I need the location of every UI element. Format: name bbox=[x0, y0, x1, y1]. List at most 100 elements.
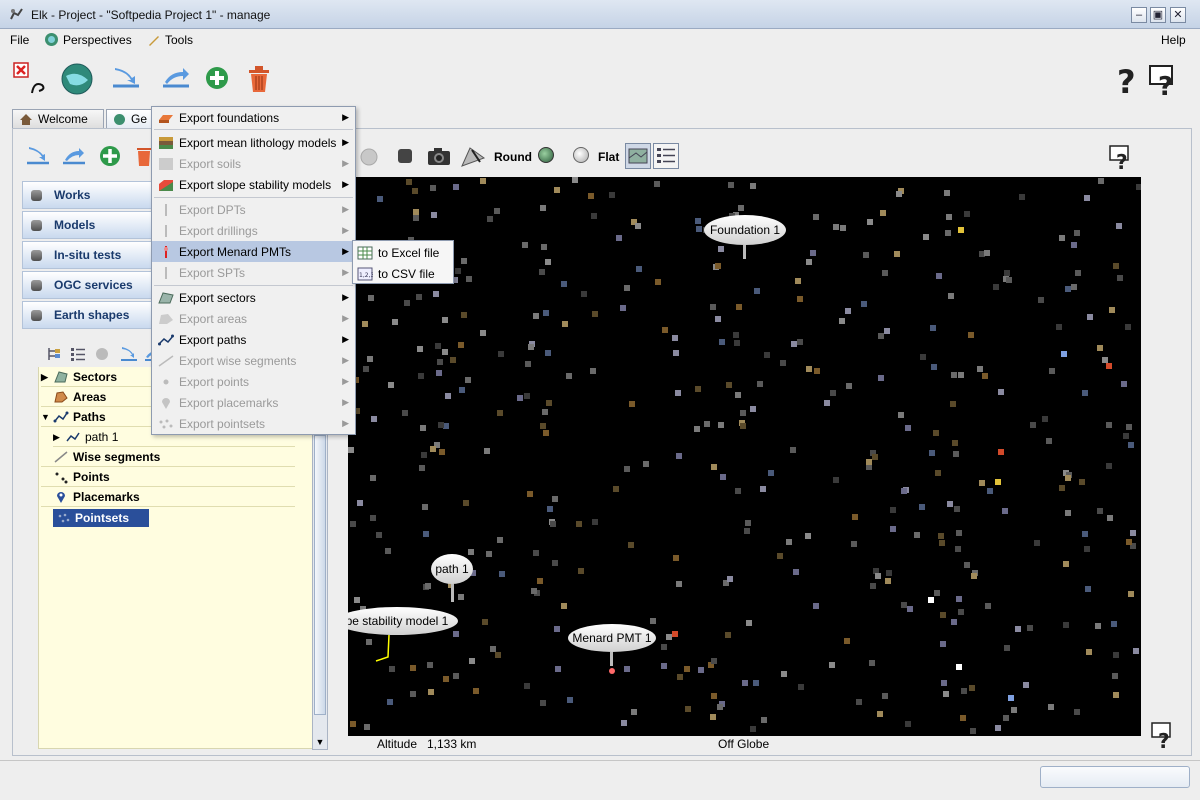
restore-button[interactable]: ▣ bbox=[1150, 7, 1166, 23]
puzzle-icon[interactable] bbox=[358, 146, 380, 168]
round-radio[interactable] bbox=[538, 147, 554, 163]
bullet-icon bbox=[31, 249, 42, 261]
area-icon bbox=[158, 312, 174, 326]
stop-icon[interactable] bbox=[398, 149, 412, 163]
path-icon bbox=[66, 432, 80, 442]
menu-export-dpts[interactable]: Export DPTs ▶ bbox=[152, 199, 355, 220]
context-help-button[interactable]: ? bbox=[1148, 63, 1180, 97]
menu-export-points-label: Export points bbox=[179, 374, 250, 389]
menard-pmts-submenu: to Excel file 1,2,3 to CSV file bbox=[352, 240, 454, 284]
list-view-icon[interactable] bbox=[70, 346, 86, 362]
menu-export-spts-label: Export SPTs bbox=[179, 265, 246, 280]
title-bar: Elk - Project - "Softpedia Project 1" - … bbox=[0, 0, 1200, 29]
path-label[interactable]: path 1 bbox=[431, 554, 473, 584]
menu-export-paths[interactable]: Export paths ▶ bbox=[152, 329, 355, 350]
tree-scrollbar[interactable]: ▼ bbox=[312, 420, 328, 750]
menard-pmt-label-text: Menard PMT 1 bbox=[572, 631, 652, 645]
help-menu[interactable]: Help bbox=[1161, 31, 1186, 48]
scrollbar-thumb[interactable] bbox=[314, 435, 326, 715]
inner-import-button[interactable] bbox=[24, 143, 52, 169]
inner-export-button[interactable] bbox=[60, 143, 88, 169]
menu-export-pointsets-label: Export pointsets bbox=[179, 416, 266, 431]
menu-export-points[interactable]: Export points ▶ bbox=[152, 371, 355, 392]
tools-menu[interactable]: Tools bbox=[147, 31, 193, 48]
tree-item-points[interactable]: Points bbox=[41, 468, 295, 487]
submenu-arrow-icon: ▶ bbox=[342, 376, 349, 386]
submenu-arrow-icon: ▶ bbox=[342, 204, 349, 214]
menu-export-dpts-label: Export DPTs bbox=[179, 202, 246, 217]
menu-to-csv-file[interactable]: 1,2,3 to CSV file bbox=[353, 263, 453, 284]
menu-export-drillings[interactable]: Export drillings ▶ bbox=[152, 220, 355, 241]
menu-export-wise-segments[interactable]: Export wise segments ▶ bbox=[152, 350, 355, 371]
path-icon bbox=[158, 333, 174, 347]
accordion-models[interactable]: Models bbox=[22, 211, 152, 239]
accordion-in-situ-tests[interactable]: In-situ tests bbox=[22, 241, 152, 269]
inner-delete-button[interactable] bbox=[134, 143, 152, 169]
sector-icon bbox=[158, 291, 174, 305]
tab-welcome[interactable]: Welcome bbox=[12, 109, 104, 128]
accordion-earth-shapes[interactable]: Earth shapes bbox=[22, 301, 152, 329]
tree-view-icon[interactable] bbox=[46, 346, 62, 362]
import-icon[interactable] bbox=[120, 346, 138, 362]
submenu-arrow-icon: ▶ bbox=[342, 137, 349, 147]
perspective-view-icon[interactable] bbox=[460, 144, 486, 168]
scroll-down-icon[interactable]: ▼ bbox=[314, 736, 326, 748]
slope-stability-label-text: pe stability model 1 bbox=[348, 614, 449, 628]
import-icon bbox=[27, 147, 49, 165]
menu-export-areas[interactable]: Export areas ▶ bbox=[152, 308, 355, 329]
camera-icon[interactable] bbox=[426, 145, 452, 167]
wise-segment-icon bbox=[158, 354, 174, 368]
menu-separator bbox=[154, 285, 353, 286]
menard-pmt-marker[interactable] bbox=[609, 668, 615, 674]
menu-export-placemarks[interactable]: Export placemarks ▶ bbox=[152, 392, 355, 413]
context-help-icon[interactable]: ? bbox=[1150, 720, 1176, 750]
minimize-button[interactable]: – bbox=[1131, 7, 1147, 23]
menard-pmt-label[interactable]: Menard PMT 1 bbox=[568, 624, 656, 652]
menu-export-spts[interactable]: Export SPTs ▶ bbox=[152, 262, 355, 283]
context-help-icon: ? bbox=[1149, 65, 1173, 97]
export-button[interactable] bbox=[158, 61, 194, 97]
globe-view[interactable]: Foundation 1 path 1 pe stability model 1… bbox=[348, 177, 1141, 736]
menu-export-slope-stability-models[interactable]: Export slope stability models ▶ bbox=[152, 174, 355, 195]
layer-list-button[interactable] bbox=[653, 143, 679, 169]
menu-export-menard-pmts[interactable]: Export Menard PMTs ▶ bbox=[152, 241, 355, 262]
menu-export-pointsets[interactable]: Export pointsets ▶ bbox=[152, 413, 355, 434]
import-button[interactable] bbox=[108, 61, 144, 97]
bullet-icon bbox=[31, 309, 42, 321]
tree-item-pointsets[interactable]: Pointsets bbox=[41, 508, 295, 527]
disconnect-button[interactable] bbox=[12, 61, 48, 97]
inner-add-button[interactable] bbox=[98, 144, 122, 168]
close-button[interactable]: ✕ bbox=[1170, 7, 1186, 23]
menu-to-excel-file[interactable]: to Excel file bbox=[353, 242, 453, 263]
context-help-icon[interactable]: ? bbox=[1108, 143, 1134, 171]
accordion-works[interactable]: Works bbox=[22, 181, 152, 209]
perspectives-menu[interactable]: Perspectives bbox=[44, 31, 132, 48]
tree-item-placemarks[interactable]: Placemarks bbox=[41, 488, 295, 507]
add-button[interactable] bbox=[204, 65, 230, 91]
menu-export-mean-lithology-models[interactable]: Export mean lithology models ▶ bbox=[152, 132, 355, 153]
menu-export-mean-lithology-models-label: Export mean lithology models bbox=[179, 135, 337, 150]
elk-app-icon bbox=[10, 8, 23, 20]
menu-export-sectors[interactable]: Export sectors ▶ bbox=[152, 287, 355, 308]
altitude-value: 1,133 km bbox=[427, 737, 477, 751]
puzzle-icon[interactable] bbox=[94, 346, 110, 362]
tree-item-wise-segments[interactable]: Wise segments bbox=[41, 448, 295, 467]
help-button[interactable]: ? bbox=[1112, 63, 1142, 97]
menu-export-soils[interactable]: Export soils ▶ bbox=[152, 153, 355, 174]
menu-export-slope-stability-models-label: Export slope stability models bbox=[179, 177, 332, 192]
layers-button[interactable] bbox=[625, 143, 651, 169]
menu-to-excel-file-label: to Excel file bbox=[378, 245, 440, 260]
flat-radio[interactable] bbox=[573, 147, 589, 163]
home-icon bbox=[20, 113, 32, 125]
globe-button[interactable] bbox=[59, 61, 95, 97]
file-menu[interactable]: File bbox=[10, 31, 29, 48]
tab-geo-label: Ge bbox=[131, 112, 148, 126]
accordion-ogc-services[interactable]: OGC services bbox=[22, 271, 152, 299]
foundation-label[interactable]: Foundation 1 bbox=[704, 215, 786, 245]
menu-export-foundations[interactable]: Export foundations ▶ bbox=[152, 107, 355, 128]
accordion-models-label: Models bbox=[54, 218, 96, 232]
menu-export-sectors-label: Export sectors bbox=[179, 290, 256, 305]
add-icon bbox=[100, 146, 120, 166]
delete-button[interactable] bbox=[244, 63, 274, 95]
tree-item-placemarks-label: Placemarks bbox=[73, 490, 140, 504]
